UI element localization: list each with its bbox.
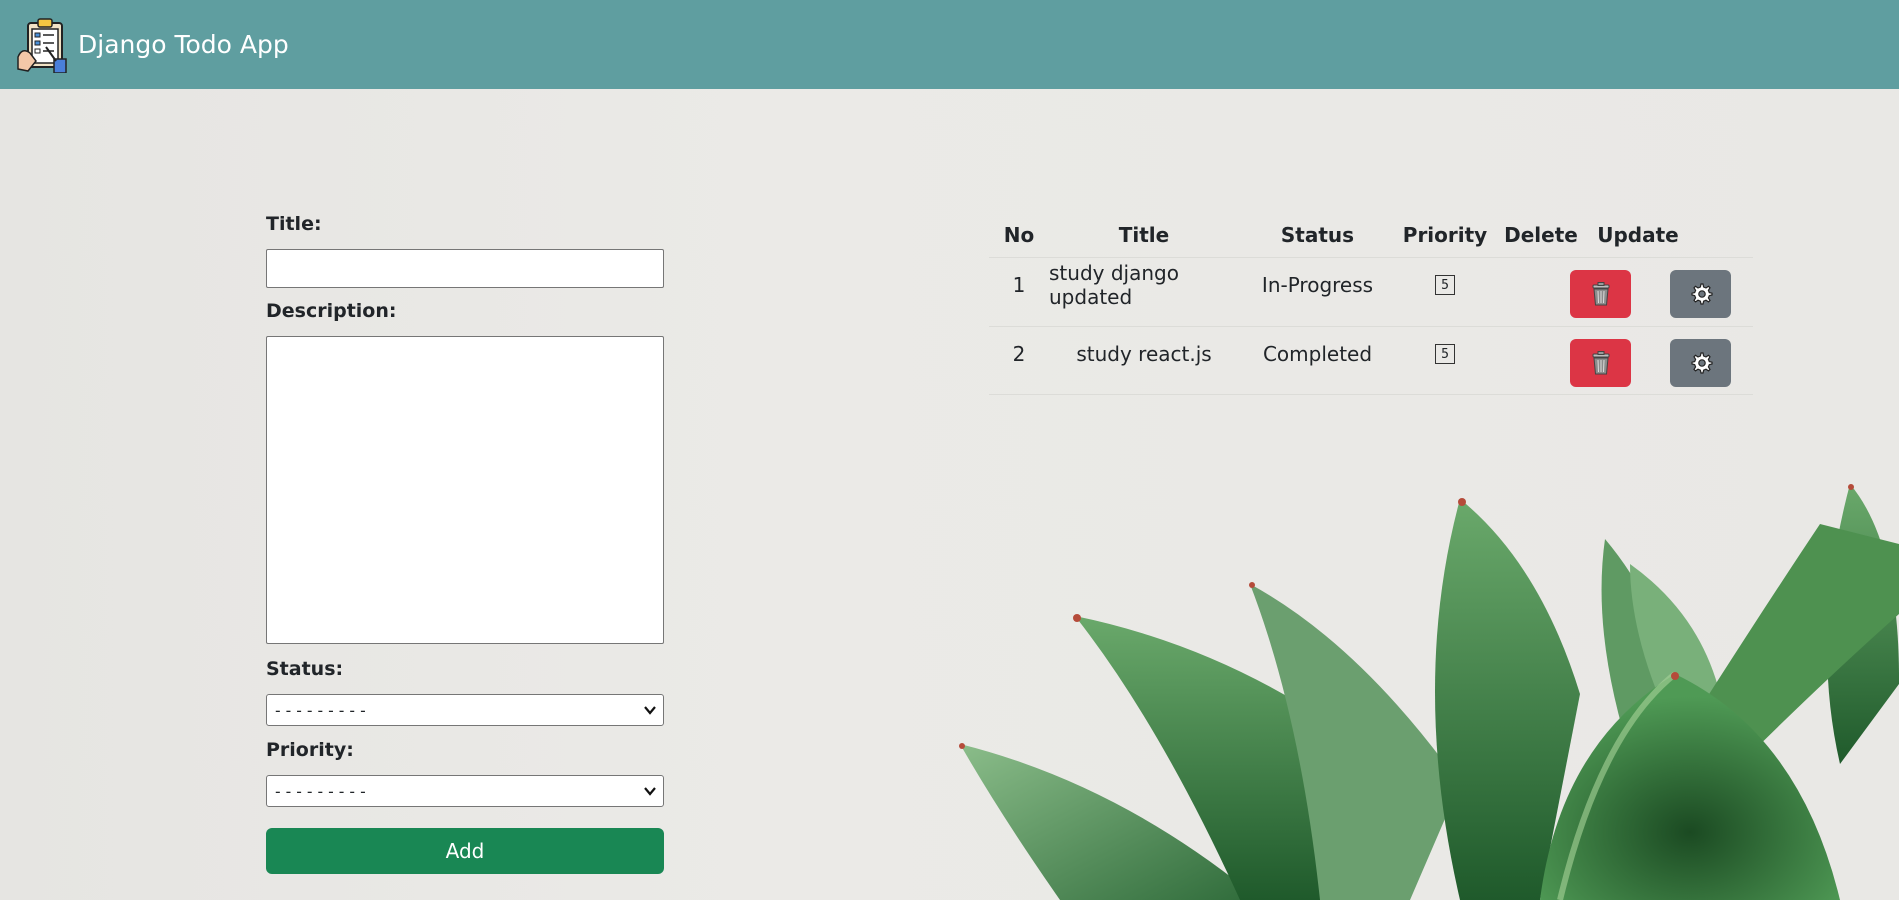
- priority-badge: 5: [1435, 275, 1455, 295]
- trash-icon: [1592, 351, 1609, 375]
- description-textarea[interactable]: [266, 336, 664, 644]
- header-update: Update: [1597, 223, 1679, 247]
- row-title: study react.js: [1076, 342, 1212, 366]
- table-row: 1 study django updated In-Progress 5: [989, 257, 1753, 326]
- header-no: No: [1003, 223, 1035, 247]
- header-status: Status: [1280, 223, 1355, 247]
- status-selected-value: ---------: [273, 700, 369, 720]
- priority-label: Priority:: [266, 739, 354, 761]
- row-priority: 5: [1396, 327, 1494, 381]
- title-input[interactable]: [266, 249, 664, 288]
- row-status: Completed: [1262, 342, 1373, 366]
- priority-badge: 5: [1435, 344, 1455, 364]
- table-row: 2 study react.js Completed 5: [989, 326, 1753, 395]
- navbar: Django Todo App: [0, 0, 1899, 89]
- trash-icon: [1592, 282, 1609, 306]
- chevron-down-icon: [644, 787, 656, 796]
- main-content: Title: Description: Status: --------- Pr…: [0, 89, 1899, 900]
- update-button[interactable]: [1670, 270, 1731, 318]
- header-title: Title: [1118, 223, 1170, 247]
- app-brand[interactable]: Django Todo App: [78, 30, 289, 59]
- status-label: Status:: [266, 658, 344, 680]
- row-status: In-Progress: [1261, 273, 1374, 297]
- add-button[interactable]: Add: [266, 828, 664, 874]
- gear-icon: [1690, 283, 1713, 305]
- row-priority: 5: [1396, 258, 1494, 312]
- priority-selected-value: ---------: [273, 781, 369, 801]
- gear-icon: [1690, 352, 1713, 374]
- succulent-background-image: [959, 484, 1899, 900]
- chevron-down-icon: [644, 706, 656, 715]
- delete-button[interactable]: [1570, 339, 1631, 387]
- description-label: Description:: [266, 300, 397, 322]
- delete-button[interactable]: [1570, 270, 1631, 318]
- row-no: 2: [1012, 342, 1026, 366]
- row-title: study django updated: [1049, 261, 1179, 309]
- clipboard-logo-icon[interactable]: [16, 17, 70, 74]
- status-select[interactable]: ---------: [266, 694, 664, 726]
- update-button[interactable]: [1670, 339, 1731, 387]
- priority-select[interactable]: ---------: [266, 775, 664, 807]
- header-delete: Delete: [1504, 223, 1578, 247]
- title-label: Title:: [266, 213, 322, 235]
- row-no: 1: [1012, 273, 1026, 297]
- header-priority: Priority: [1402, 223, 1488, 247]
